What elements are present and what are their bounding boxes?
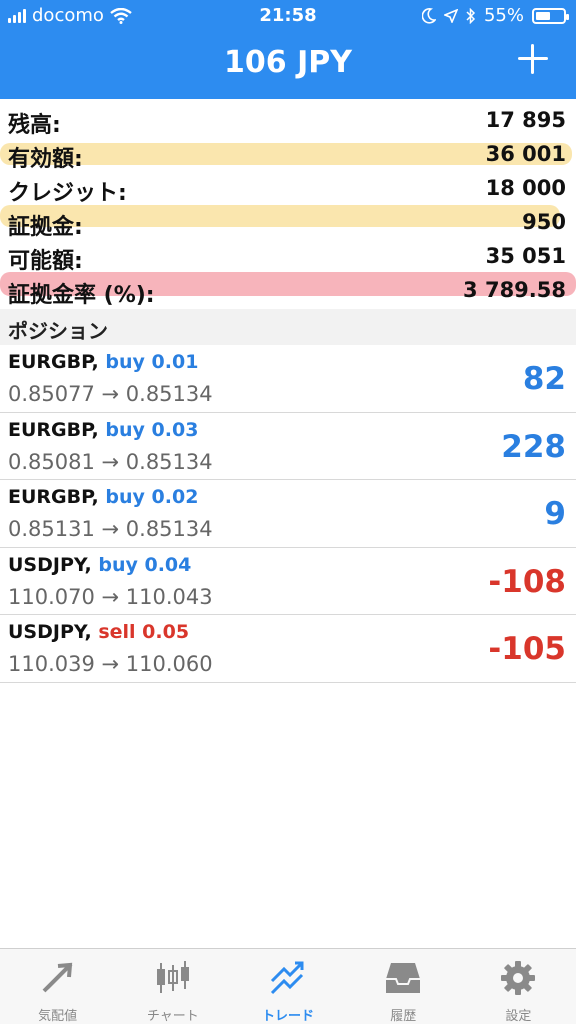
summary-row-free-margin: 可能額: 35 051 (0, 239, 576, 274)
position-symbol: USDJPY, (8, 621, 92, 643)
position-symbol: EURGBP, (8, 351, 99, 373)
positions-list: EURGBP, buy 0.01 0.85077 → 0.85134 82 EU… (0, 345, 576, 683)
summary-value: 35 051 (485, 244, 566, 268)
summary-label: 可能額: (8, 249, 83, 274)
summary-row-margin-level: 証拠金率 (%): 3 789.58 (0, 273, 576, 308)
position-title: EURGBP, buy 0.01 (8, 351, 198, 373)
position-profit: 9 (544, 496, 566, 532)
settings-icon (501, 961, 536, 995)
position-symbol: EURGBP, (8, 486, 99, 508)
position-profit: -105 (488, 631, 566, 667)
summary-row-balance: 残高: 17 895 (0, 103, 576, 138)
position-symbol: EURGBP, (8, 418, 99, 441)
top-bar: docomo 21:58 55% 106 JPY (0, 0, 576, 99)
summary-value: 18 000 (485, 176, 566, 200)
position-title: EURGBP, buy 0.03 (8, 419, 198, 441)
position-side: sell 0.05 (98, 621, 190, 643)
tab-label: 設定 (505, 1009, 532, 1024)
summary-value: 950 (522, 210, 566, 234)
position-prices: 110.039 → 110.060 (8, 652, 213, 676)
position-title: USDJPY, sell 0.05 (8, 621, 189, 643)
position-row[interactable]: EURGBP, buy 0.01 0.85077 → 0.85134 82 (0, 345, 576, 413)
quotes-icon (42, 962, 73, 993)
position-row[interactable]: EURGBP, buy 0.03 0.85081 → 0.85134 228 (0, 412, 576, 480)
summary-label: 残高: (8, 113, 61, 138)
position-side: buy 0.01 (105, 351, 199, 373)
position-side: buy 0.04 (98, 553, 192, 576)
position-prices: 0.85081 → 0.85134 (8, 449, 213, 474)
battery-icon (532, 7, 569, 24)
summary-row-credit: クレジット: 18 000 (0, 171, 576, 206)
summary-label: 証拠金: (8, 215, 83, 240)
summary-label: 証拠金率 (%): (8, 283, 155, 308)
position-prices: 0.85077 → 0.85134 (8, 382, 213, 406)
position-side: buy 0.02 (105, 486, 199, 508)
history-icon (386, 963, 421, 993)
positions-header: ポジション (0, 309, 576, 345)
tab-trade[interactable]: トレード (230, 949, 345, 1024)
battery-percent: 55% (483, 5, 524, 26)
tab-label: トレード (262, 1009, 315, 1024)
summary-value: 36 001 (485, 142, 566, 166)
summary-row-equity: 有効額: 36 001 (0, 137, 576, 172)
tab-label: チャート (146, 1009, 199, 1024)
position-profit: 228 (501, 428, 566, 465)
chart-icon (156, 961, 189, 993)
status-right: 55% (421, 5, 569, 26)
account-summary: 残高: 17 895 有効額: 36 001 クレジット: 18 000 証拠金… (0, 99, 576, 309)
battery-fill (536, 11, 551, 20)
position-symbol: USDJPY, (8, 553, 92, 576)
position-row[interactable]: USDJPY, buy 0.04 110.070 → 110.043 -108 (0, 547, 576, 615)
status-bar: docomo 21:58 55% (0, 0, 576, 34)
position-profit: 82 (522, 361, 566, 397)
summary-label: 有効額: (8, 147, 83, 172)
moon-icon (421, 7, 436, 24)
tab-settings[interactable]: 設定 (461, 949, 576, 1024)
add-order-button[interactable] (516, 42, 550, 76)
summary-value: 17 895 (485, 108, 566, 132)
position-prices: 0.85131 → 0.85134 (8, 517, 213, 541)
tab-bar: 気配値 チャート トレード 履歴 設定 (0, 948, 576, 1024)
tab-label: 気配値 (38, 1009, 78, 1024)
position-title: EURGBP, buy 0.02 (8, 486, 198, 508)
location-icon (443, 8, 458, 23)
position-prices: 110.070 → 110.043 (8, 584, 213, 609)
tab-label: 履歴 (390, 1009, 417, 1024)
tab-chart[interactable]: チャート (115, 949, 230, 1024)
position-row[interactable]: USDJPY, sell 0.05 110.039 → 110.060 -105 (0, 615, 576, 683)
position-profit: -108 (488, 563, 566, 600)
summary-value: 3 789.58 (463, 278, 566, 302)
page-title: 106 JPY (224, 45, 352, 80)
position-row[interactable]: EURGBP, buy 0.02 0.85131 → 0.85134 9 (0, 480, 576, 548)
tab-history[interactable]: 履歴 (346, 949, 461, 1024)
position-side: buy 0.03 (105, 418, 199, 441)
trade-icon (270, 961, 304, 995)
position-title: USDJPY, buy 0.04 (8, 554, 191, 576)
summary-label: クレジット: (8, 181, 127, 206)
bluetooth-icon (466, 7, 476, 24)
tab-quotes[interactable]: 気配値 (0, 949, 115, 1024)
summary-row-margin: 証拠金: 950 (0, 205, 576, 240)
